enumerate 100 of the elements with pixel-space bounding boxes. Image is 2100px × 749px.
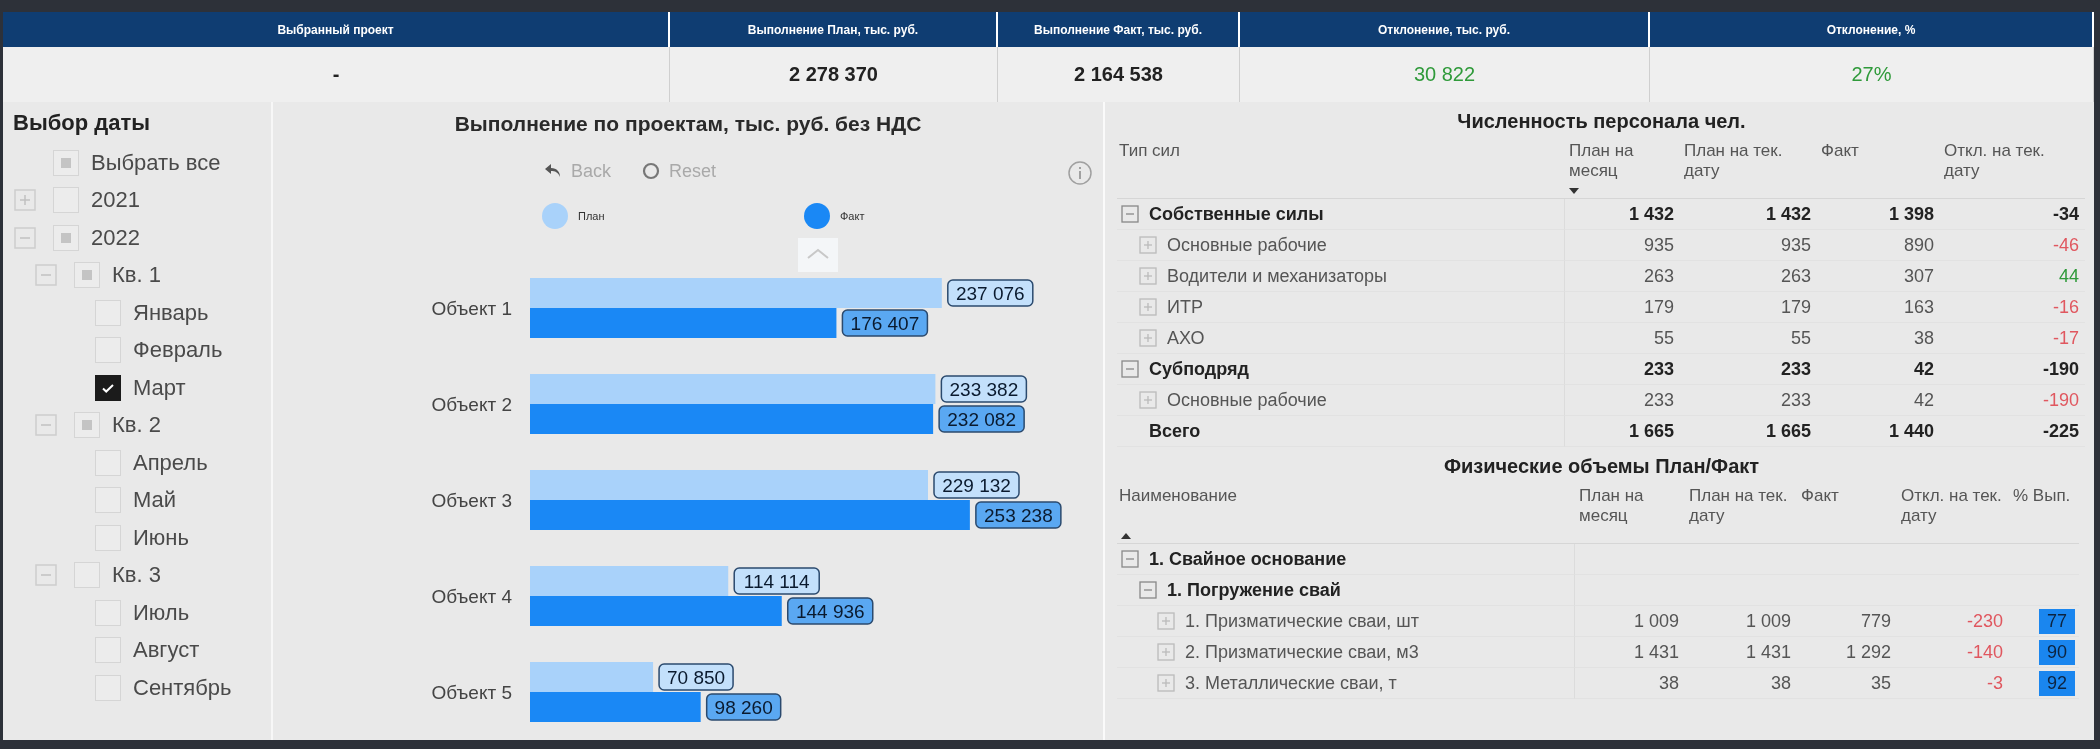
tree-item-label[interactable]: Февраль xyxy=(133,337,223,364)
expand-icon[interactable] xyxy=(1157,612,1175,630)
tree-item-label[interactable]: Сентябрь xyxy=(133,674,232,701)
reset-icon xyxy=(641,161,662,181)
table-cell: 38 xyxy=(1658,672,1679,694)
tree-item-label[interactable]: Кв. 2 xyxy=(112,412,161,439)
collapse-icon[interactable] xyxy=(1121,360,1139,378)
data-label: 253 238 xyxy=(984,505,1053,526)
collapse-icon[interactable] xyxy=(1121,205,1139,223)
fact-bar[interactable] xyxy=(530,692,701,722)
table-cell: 233 xyxy=(1643,389,1674,411)
expand-icon[interactable] xyxy=(1139,391,1157,409)
tree-item-label[interactable]: Август xyxy=(133,637,200,664)
fact-bar[interactable] xyxy=(530,308,837,338)
column-header[interactable]: Откл. на тек. дату xyxy=(1940,137,2085,199)
tree-item-label[interactable]: Март xyxy=(133,374,186,401)
table-cell: 163 xyxy=(1903,296,1934,318)
tree-item-label[interactable]: 2022 xyxy=(91,224,140,251)
expand-icon[interactable] xyxy=(1157,643,1175,661)
expand-icon[interactable] xyxy=(1139,329,1157,347)
column-header[interactable]: Тип сил xyxy=(1117,137,1565,199)
expand-icon[interactable] xyxy=(1139,298,1157,316)
data-label: 232 082 xyxy=(947,409,1016,430)
fact-bar[interactable] xyxy=(530,596,782,626)
column-header[interactable]: Наименование xyxy=(1117,482,1575,544)
column-header[interactable]: Факт xyxy=(1797,482,1897,544)
tree-item-label[interactable]: Апрель xyxy=(133,449,208,476)
info-icon[interactable] xyxy=(1067,160,1093,186)
column-header[interactable]: План на тек. дату xyxy=(1685,482,1797,544)
column-header[interactable]: План на месяц xyxy=(1575,482,1685,544)
row-label: 2. Призматические сваи, м3 xyxy=(1185,641,1419,663)
sort-ascending-icon[interactable] xyxy=(1121,533,1131,539)
tree-item-label[interactable]: Июнь xyxy=(133,524,189,551)
tree-item-label[interactable]: Январь xyxy=(133,299,209,326)
plan-bar[interactable] xyxy=(530,662,654,692)
expand-icon[interactable] xyxy=(1139,236,1157,254)
row-label: Основные рабочие xyxy=(1167,234,1327,256)
column-header: Отклонение, % xyxy=(1650,12,2094,47)
tree-item-label[interactable]: Кв. 3 xyxy=(112,562,161,589)
collapse-icon[interactable] xyxy=(1121,550,1139,568)
table-cell: 233 xyxy=(1780,389,1811,411)
collapse-icon[interactable] xyxy=(34,413,58,438)
expand-icon[interactable] xyxy=(13,188,37,213)
column-header[interactable]: Факт xyxy=(1817,137,1940,199)
table-cell: 1 665 xyxy=(1628,420,1674,442)
column-header[interactable]: План на месяц xyxy=(1565,137,1680,199)
data-label: 70 850 xyxy=(658,663,734,691)
collapse-icon[interactable] xyxy=(13,225,37,250)
tree-item-label[interactable]: 2021 xyxy=(91,187,140,214)
checkbox[interactable] xyxy=(95,374,121,401)
column-header: Выполнение Факт, тыс. руб. xyxy=(998,12,1240,47)
table-cell: 307 xyxy=(1903,265,1934,287)
table-cell: 42 xyxy=(1913,389,1934,411)
table-cell: 42 xyxy=(1913,358,1934,380)
data-label: 233 382 xyxy=(940,375,1028,403)
table-cell: 55 xyxy=(1790,327,1811,349)
data-label: 144 936 xyxy=(787,597,874,625)
plan-bar[interactable] xyxy=(530,470,928,500)
tree-item-label[interactable]: Июль xyxy=(133,599,190,626)
column-header[interactable]: План на тек. дату xyxy=(1680,137,1817,199)
collapse-icon[interactable] xyxy=(34,263,58,288)
plan-bar[interactable] xyxy=(530,374,936,404)
data-label: 114 114 xyxy=(743,571,811,592)
category-label: Объект 5 xyxy=(431,682,512,703)
kpi-value: 30 822 xyxy=(1413,63,1476,86)
row-label: 1. Свайное основание xyxy=(1149,548,1347,570)
column-header[interactable]: Откл. на тек. дату xyxy=(1897,482,2009,544)
data-label: 232 082 xyxy=(938,405,1025,433)
collapse-icon[interactable] xyxy=(1139,581,1157,599)
category-label: Объект 3 xyxy=(431,490,512,511)
tree-item-label[interactable]: Май xyxy=(133,487,177,514)
fact-bar[interactable] xyxy=(530,500,970,530)
table-cell: -34 xyxy=(2053,203,2079,225)
kpi-value: - xyxy=(332,63,340,86)
table-cell: 55 xyxy=(1653,327,1674,349)
sort-descending-icon[interactable] xyxy=(1569,188,1579,194)
table-cell: 1 432 xyxy=(1628,203,1674,225)
data-label: 237 076 xyxy=(947,279,1034,307)
table-cell: 35 xyxy=(1870,672,1891,694)
collapse-icon[interactable] xyxy=(34,563,58,588)
column-header: Отклонение, тыс. руб. xyxy=(1240,12,1650,47)
row-label: Основные рабочие xyxy=(1167,389,1327,411)
column-header[interactable]: % Вып. xyxy=(2009,482,2079,544)
tree-item-label[interactable]: Выбрать все xyxy=(91,149,221,176)
plan-bar[interactable] xyxy=(530,278,942,308)
chevron-up-icon[interactable] xyxy=(798,238,838,272)
plan-bar[interactable] xyxy=(530,566,729,596)
expand-icon[interactable] xyxy=(1157,674,1175,692)
table-cell: 263 xyxy=(1780,265,1811,287)
fact-bar[interactable] xyxy=(530,404,934,434)
data-label: 98 260 xyxy=(714,697,773,718)
table-cell: 92 xyxy=(2038,670,2075,696)
kpi-value: 2 164 538 xyxy=(1074,63,1163,86)
row-label: Водители и механизаторы xyxy=(1167,265,1387,287)
table-cell: -16 xyxy=(2053,296,2079,318)
table-cell: -225 xyxy=(2042,420,2079,442)
expand-icon[interactable] xyxy=(1139,267,1157,285)
data-label: 176 407 xyxy=(841,309,929,337)
tree-item-label[interactable]: Кв. 1 xyxy=(112,262,161,289)
table-cell: -46 xyxy=(2053,234,2079,256)
